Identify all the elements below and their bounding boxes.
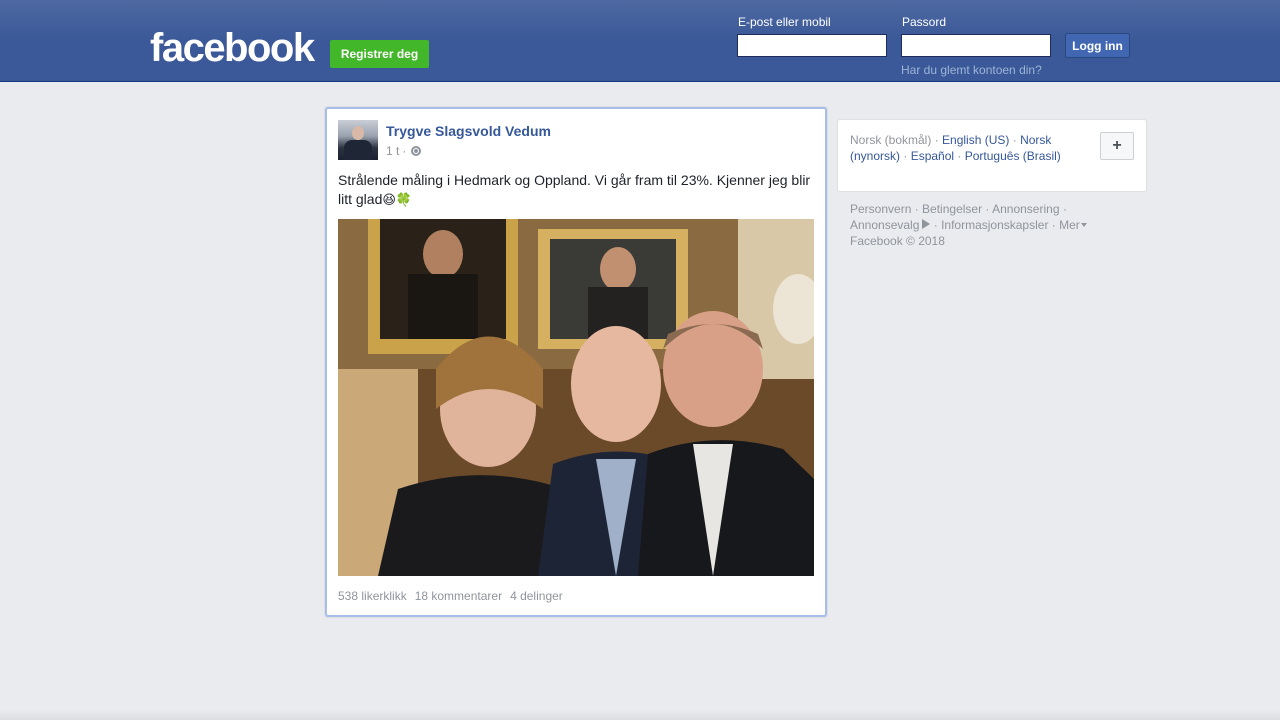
copyright: Facebook © 2018	[850, 234, 945, 248]
footer-link-terms[interactable]: Betingelser	[922, 202, 982, 216]
language-link-english[interactable]: English (US)	[942, 133, 1009, 147]
forgot-account-link[interactable]: Har du glemt kontoen din?	[901, 63, 1042, 77]
laughing-emoji-icon: 😆	[382, 193, 396, 208]
globe-icon[interactable]	[411, 146, 422, 156]
footer-link-more[interactable]: Mer	[1059, 218, 1087, 232]
register-button[interactable]: Registrer deg	[330, 40, 429, 68]
comments-count[interactable]: 18 kommentarer	[415, 589, 502, 603]
post-text: Strålende måling i Hedmark og Oppland. V…	[338, 171, 818, 210]
more-languages-button[interactable]: +	[1100, 132, 1134, 160]
footer-link-adchoices[interactable]: Annonsevalg	[850, 218, 931, 232]
caret-down-icon	[1080, 223, 1087, 227]
language-list: Norsk (bokmål) · English (US) · Norsk (n…	[850, 133, 1061, 163]
post-card: Trygve Slagsvold Vedum 1 t · Strålende m…	[325, 107, 827, 617]
post-timestamp[interactable]: 1 t	[386, 144, 399, 158]
password-field[interactable]	[901, 34, 1051, 57]
language-link-espanol[interactable]: Español	[911, 149, 954, 163]
shares-count[interactable]: 4 delinger	[510, 589, 563, 603]
top-navbar: facebook Registrer deg E-post eller mobi…	[0, 0, 1280, 82]
meta-separator: ·	[402, 144, 407, 158]
footer-link-cookies[interactable]: Informasjonskapsler	[941, 218, 1048, 232]
clover-emoji-icon: 🍀	[395, 193, 413, 208]
current-language: Norsk (bokmål)	[850, 133, 932, 147]
password-label: Passord	[902, 15, 947, 29]
email-label: E-post eller mobil	[738, 15, 831, 29]
adchoices-icon	[922, 219, 931, 229]
post-meta: 1 t ·	[386, 144, 422, 158]
footer-link-privacy[interactable]: Personvern	[850, 202, 911, 216]
post-stats: 538 likerklikk 18 kommentarer 4 delinger	[338, 589, 563, 603]
author-avatar[interactable]	[338, 120, 378, 160]
footer-links: Personvern · Betingelser · Annonsering ·…	[850, 201, 1110, 249]
page-bottom-edge	[0, 710, 1280, 720]
language-link-portugues[interactable]: Português (Brasil)	[965, 149, 1061, 163]
login-button[interactable]: Logg inn	[1065, 33, 1130, 58]
post-author-link[interactable]: Trygve Slagsvold Vedum	[386, 123, 551, 139]
footer-link-advertising[interactable]: Annonsering	[992, 202, 1059, 216]
likes-count[interactable]: 538 likerklikk	[338, 589, 407, 603]
plus-icon: +	[1112, 137, 1122, 154]
email-field[interactable]	[737, 34, 887, 57]
facebook-logo[interactable]: facebook	[150, 26, 315, 70]
language-selector: Norsk (bokmål) · English (US) · Norsk (n…	[837, 119, 1147, 192]
post-photo[interactable]	[338, 219, 814, 576]
